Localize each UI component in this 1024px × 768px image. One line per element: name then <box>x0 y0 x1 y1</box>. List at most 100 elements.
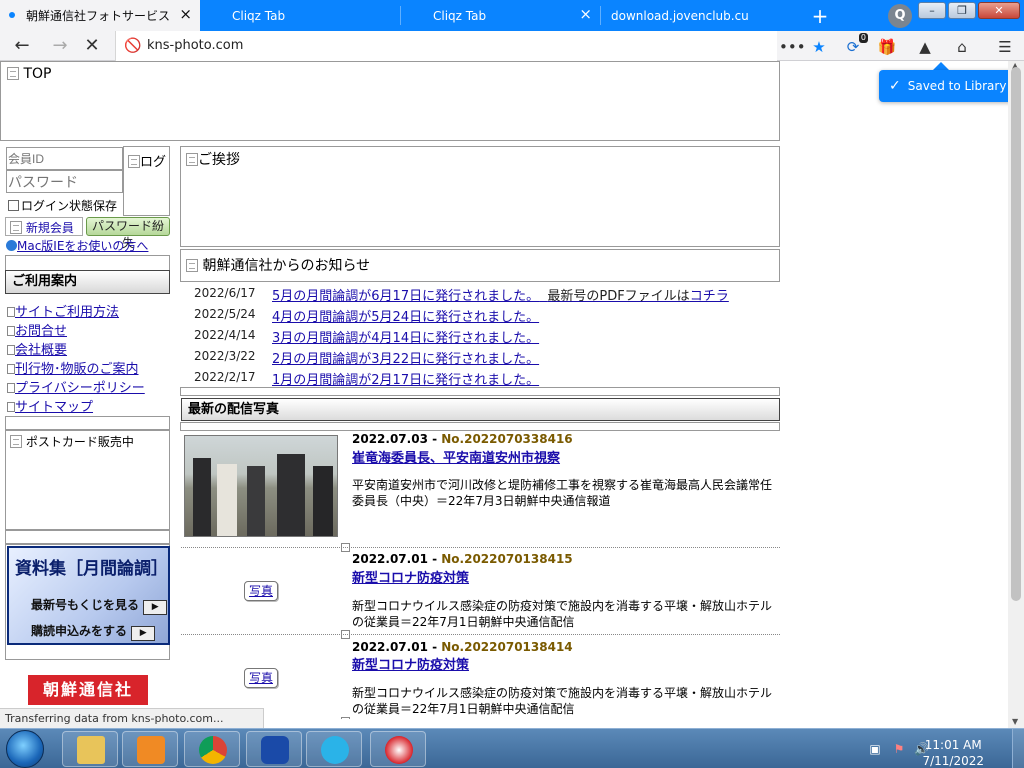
guide-link-privacy[interactable]: プライバシーポリシー <box>7 377 145 396</box>
news-item-link[interactable]: 2月の月間論調が3月22日に発行されました。 <box>272 348 539 367</box>
news-item-link[interactable]: 5月の月間論調が6月17日に発行されました。 最新号のPDFファイルはコチラ <box>272 285 729 304</box>
banner-line-1[interactable]: 最新号もくじを見る ▶ <box>31 596 168 615</box>
taskbar: ▣ ⚑ 🔊 11:01 AM 7/11/2022 <box>0 728 1024 768</box>
start-button[interactable] <box>6 730 44 768</box>
banner-title: 資料集［月間論調］ <box>15 559 168 579</box>
ie-icon <box>6 240 17 251</box>
greeting-label: ご挨拶 <box>198 152 240 168</box>
spacer-box <box>5 255 170 271</box>
photo-thumbnail[interactable] <box>184 435 338 537</box>
app-button[interactable] <box>370 731 426 767</box>
extension-icon[interactable]: ⟳ 0 <box>840 33 868 59</box>
photo-title-link[interactable]: 新型コロナ防疫対策 <box>352 567 469 586</box>
monthly-review-banner[interactable]: 資料集［月間論調］ 最新号もくじを見る ▶ 購読申込みをする ▶ <box>5 544 170 660</box>
network-icon[interactable]: ▣ <box>868 742 882 756</box>
guide-link-label: サイトマップ <box>15 400 94 415</box>
tab-jovenclub[interactable]: download.jovenclub.cu <box>601 0 803 31</box>
minimize-button[interactable]: – <box>918 2 946 19</box>
new-member-label: 新規会員 <box>25 221 74 235</box>
news-item-link[interactable]: 1月の月間論調が2月17日に発行されました。 <box>272 369 539 388</box>
mac-notice-link[interactable]: Mac版IEをお使いの方へ <box>6 237 148 254</box>
remember-checkbox[interactable] <box>8 200 19 211</box>
news-date: 2022/5/24 <box>194 307 256 321</box>
file-explorer-button[interactable] <box>62 731 118 767</box>
kcna-logo[interactable]: 朝鮮通信社 <box>28 675 148 705</box>
close-tab-icon[interactable]: × <box>179 7 192 22</box>
photo-view-button[interactable]: 写真 <box>244 581 278 601</box>
tab-strip: 朝鮮通信社フォトサービス × Cliqz Tab Cliqz Tab × dow… <box>0 0 1024 31</box>
postcard-box[interactable]: ポストカード販売中 <box>5 430 170 530</box>
tab-cliqz-2[interactable]: Cliqz Tab × <box>401 0 600 31</box>
close-tab-icon[interactable]: × <box>579 7 592 22</box>
banner-line-2[interactable]: 購読申込みをする ▶ <box>31 622 156 641</box>
url-bar[interactable]: 🚫 kns-photo.com <box>115 31 777 61</box>
cliqz-icon <box>321 736 349 764</box>
action-center-icon[interactable]: ⚑ <box>892 742 906 756</box>
stop-icon[interactable]: ✕ <box>80 34 104 58</box>
broken-image-icon <box>186 153 198 166</box>
broken-image-icon <box>186 259 198 272</box>
photo-title-link[interactable]: 崔竜海委員長、平安南道安州市視察 <box>352 447 560 466</box>
guide-link-publications[interactable]: 刊行物･物販のご案内 <box>7 358 139 377</box>
menu-icon[interactable]: ☰ <box>992 35 1018 59</box>
top-label: TOP <box>23 66 52 82</box>
login-button[interactable]: ログ <box>123 146 170 216</box>
page-scrollbar[interactable]: ▲ ▼ <box>1008 61 1024 728</box>
show-desktop-button[interactable] <box>1012 729 1024 768</box>
news-item-link[interactable]: 3月の月間論調が4月14日に発行されました。 <box>272 327 539 346</box>
photo-meta: 2022.07.01 - No.2022070138414 <box>352 640 573 654</box>
guide-link-contact[interactable]: お問合せ <box>7 320 67 339</box>
news-item-link[interactable]: 4月の月間論調が5月24日に発行されました。 <box>272 306 539 325</box>
bullet-icon <box>7 364 15 374</box>
photo-view-button[interactable]: 写真 <box>244 668 278 688</box>
url-text[interactable]: kns-photo.com <box>147 38 243 53</box>
cliqz-browser-button[interactable] <box>306 731 362 767</box>
back-arrow-icon[interactable]: ← <box>10 34 34 58</box>
tab-kns-photo[interactable]: 朝鮮通信社フォトサービス × <box>0 0 200 31</box>
tab-label: Cliqz Tab <box>232 8 286 23</box>
chrome-button[interactable] <box>184 731 240 767</box>
bookmark-star-icon[interactable]: ★ <box>806 35 832 59</box>
guide-link-company[interactable]: 会社概要 <box>7 339 67 358</box>
news-extra-text: 最新号のPDFファイルは <box>547 289 690 304</box>
photo-title-link[interactable]: 新型コロナ防疫対策 <box>352 654 469 673</box>
bullet-icon <box>7 383 15 393</box>
bullet-icon <box>7 345 15 355</box>
scroll-down-arrow-icon[interactable]: ▼ <box>1012 717 1018 726</box>
news-heading: 朝鮮通信社からのお知らせ <box>202 258 371 274</box>
gift-icon[interactable]: 🎁 <box>874 35 900 59</box>
clock[interactable]: 11:01 AM 7/11/2022 <box>922 737 984 768</box>
password-input[interactable] <box>6 170 123 193</box>
pdf-link[interactable]: コチラ <box>690 289 729 304</box>
maximize-button[interactable]: ❐ <box>948 2 976 19</box>
photo-number: No.2022070138414 <box>441 640 573 654</box>
tab-cliqz-1[interactable]: Cliqz Tab <box>200 0 400 31</box>
top-banner[interactable]: TOP <box>0 61 780 141</box>
folder-icon <box>77 736 105 764</box>
close-window-button[interactable]: ✕ <box>978 2 1020 19</box>
tab-label: Cliqz Tab <box>433 8 487 23</box>
guide-link-sitemap[interactable]: サイトマップ <box>7 396 93 415</box>
forgot-password-button[interactable]: パスワード紛失 <box>86 217 170 250</box>
home-icon[interactable]: ⌂ <box>949 35 975 59</box>
media-player-button[interactable] <box>122 731 178 767</box>
aol-shield-button[interactable] <box>246 731 302 767</box>
aol-shield-icon <box>261 736 289 764</box>
insecure-lock-icon[interactable]: 🚫 <box>124 38 141 54</box>
photos-heading: 最新の配信写真 <box>181 398 780 421</box>
spacer-box <box>5 416 170 430</box>
member-id-input[interactable] <box>6 147 123 170</box>
cliqz-logo-icon[interactable]: Q <box>888 4 912 28</box>
photo-meta: 2022.07.03 - No.2022070338416 <box>352 432 573 446</box>
scroll-thumb[interactable] <box>1011 67 1021 601</box>
forward-arrow-icon[interactable]: → <box>48 34 72 58</box>
library-icon[interactable]: ▲ <box>912 35 938 59</box>
guide-link-site-usage[interactable]: サイトご利用方法 <box>7 301 119 320</box>
remember-label: ログイン状態保存 <box>21 199 118 213</box>
new-member-button[interactable]: 新規会員 <box>5 217 83 236</box>
remember-login[interactable]: ログイン状態保存 <box>8 197 117 214</box>
news-extra: 最新号のPDFファイルはコチラ <box>539 289 729 304</box>
photo-meta: 2022.07.01 - No.2022070138415 <box>352 552 573 566</box>
new-tab-button[interactable]: + <box>803 0 837 31</box>
page-actions-icon[interactable]: ••• <box>779 35 806 59</box>
